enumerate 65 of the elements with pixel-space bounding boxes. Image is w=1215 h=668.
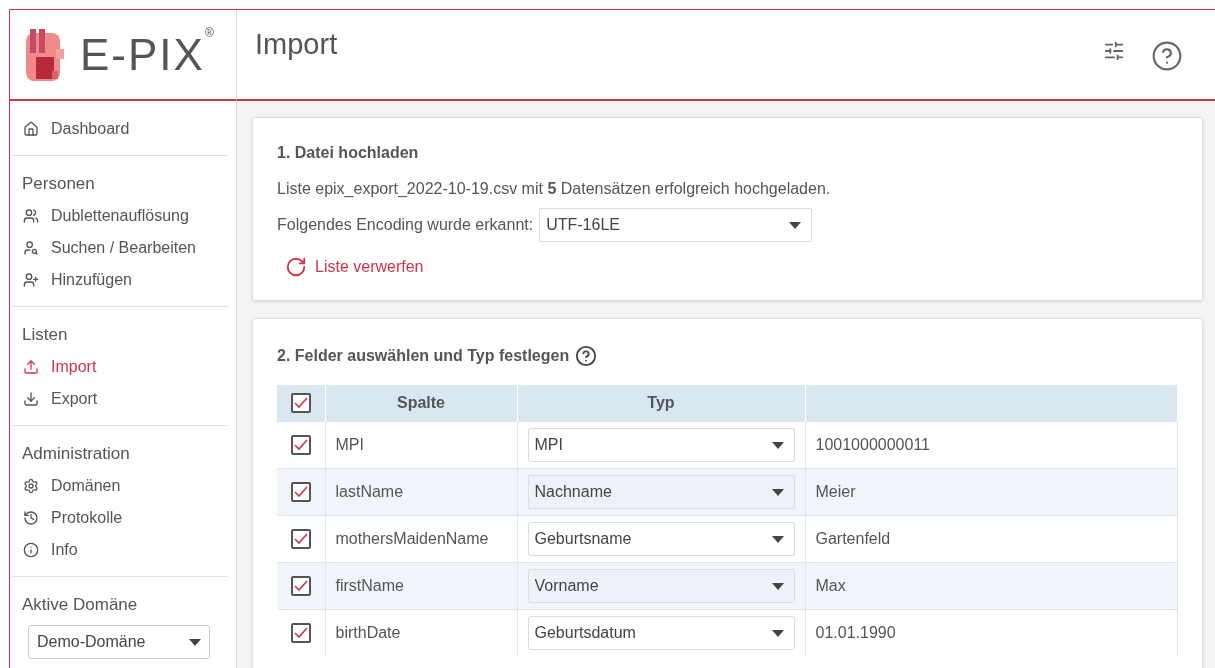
help-icon[interactable] bbox=[1151, 40, 1183, 72]
caret-icon bbox=[771, 488, 784, 496]
type-select[interactable]: Geburtsdatum bbox=[527, 616, 795, 650]
nav-item[interactable]: Hinzufügen bbox=[22, 264, 218, 296]
checkbox[interactable] bbox=[290, 435, 311, 455]
history-icon bbox=[23, 510, 39, 526]
section-title: Aktive Domäne bbox=[22, 595, 139, 615]
card-title: 2. Felder auswählen und Typ festlegen bbox=[277, 347, 570, 365]
caret-icon bbox=[189, 638, 201, 646]
download-icon bbox=[23, 391, 39, 407]
page-title: Import bbox=[255, 28, 338, 61]
help-icon[interactable] bbox=[575, 345, 598, 367]
registered-mark: ® bbox=[204, 26, 214, 40]
home-icon bbox=[23, 121, 39, 137]
checkbox[interactable] bbox=[290, 393, 311, 413]
nav-item[interactable]: Suchen / Bearbeiten bbox=[22, 232, 218, 264]
user-search-icon bbox=[23, 240, 39, 256]
column-header: Spalte bbox=[325, 385, 517, 422]
upload-message: Liste epix_export_2022-10-19.csv mit 5 Datensätzen erfolgreich hochgeladen. bbox=[277, 180, 832, 198]
caret-icon bbox=[789, 221, 802, 229]
info-icon bbox=[23, 542, 39, 558]
column-header: Typ bbox=[517, 385, 805, 422]
domain-select[interactable]: Demo-Domäne bbox=[28, 625, 210, 659]
table-cell: 01.01.1990 bbox=[805, 609, 1178, 656]
table-cell: Gartenfeld bbox=[805, 515, 1178, 563]
upload-icon bbox=[23, 359, 39, 375]
table-cell: firstName bbox=[325, 562, 517, 610]
discard-button[interactable]: Liste verwerfen bbox=[285, 256, 424, 278]
section-title: Administration bbox=[22, 444, 131, 464]
user-add-icon bbox=[23, 272, 39, 288]
type-select[interactable]: Nachname bbox=[527, 475, 795, 509]
nav-item[interactable]: Info bbox=[22, 534, 218, 566]
nav-item[interactable]: Export bbox=[22, 383, 218, 415]
checkbox[interactable] bbox=[290, 529, 311, 549]
table-cell: mothersMaidenName bbox=[325, 515, 517, 563]
caret-icon bbox=[771, 441, 784, 449]
nav-item[interactable]: Domänen bbox=[22, 470, 218, 502]
card-title: 1. Datei hochladen bbox=[277, 144, 420, 162]
checkbox[interactable] bbox=[290, 576, 311, 596]
section-title: Listen bbox=[22, 325, 69, 345]
checkbox[interactable] bbox=[290, 623, 311, 643]
table-cell: Meier bbox=[805, 468, 1178, 516]
encoding-label: Folgendes Encoding wurde erkannt: bbox=[277, 216, 534, 234]
nav-item[interactable]: Dashboard bbox=[22, 113, 218, 145]
nav-item[interactable]: Import bbox=[22, 351, 218, 383]
caret-icon bbox=[771, 629, 784, 637]
type-select[interactable]: Vorname bbox=[527, 569, 795, 603]
checkbox[interactable] bbox=[290, 482, 311, 502]
caret-icon bbox=[771, 535, 784, 543]
reload-icon bbox=[285, 256, 307, 278]
logo-text: E-PIX bbox=[80, 29, 205, 80]
type-select[interactable]: Geburtsname bbox=[527, 522, 795, 556]
section-title: Personen bbox=[22, 174, 96, 194]
gear-icon bbox=[23, 478, 39, 494]
table-cell: 1001000000011 bbox=[805, 421, 1178, 469]
table-cell: Max bbox=[805, 562, 1178, 610]
table-cell: birthDate bbox=[325, 609, 517, 656]
nav-item[interactable]: Protokolle bbox=[22, 502, 218, 534]
encoding-select[interactable]: UTF-16LE bbox=[539, 208, 813, 242]
table-cell: lastName bbox=[325, 468, 517, 516]
caret-icon bbox=[771, 582, 784, 590]
users-icon bbox=[23, 208, 39, 224]
nav-item[interactable]: Dublettenauflösung bbox=[22, 200, 218, 232]
type-select[interactable]: MPI bbox=[527, 428, 795, 462]
table-cell: MPI bbox=[325, 421, 517, 469]
